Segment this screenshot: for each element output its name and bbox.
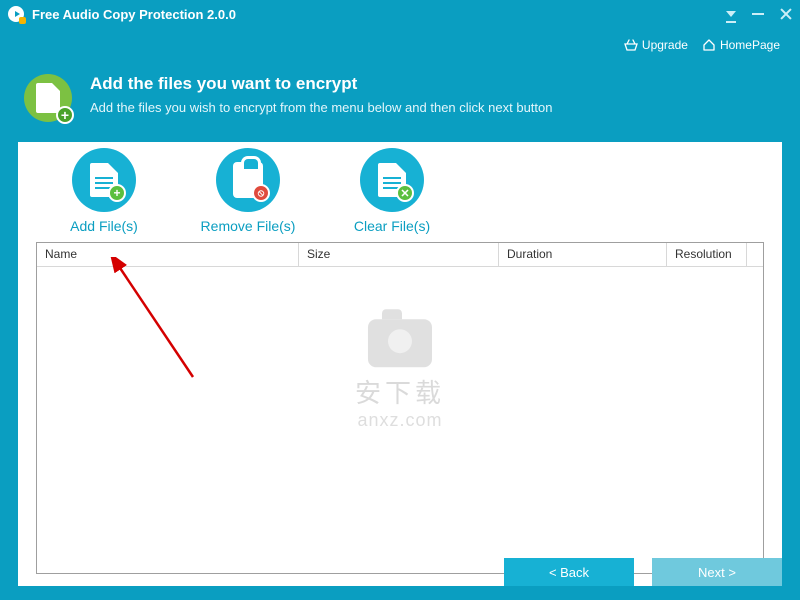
page-subtitle: Add the files you wish to encrypt from t… — [90, 100, 552, 115]
title-bar: Free Audio Copy Protection 2.0.0 — [0, 0, 800, 28]
files-table: Name Size Duration Resolution — [36, 242, 764, 574]
col-end — [747, 243, 763, 267]
homepage-label: HomePage — [720, 38, 780, 52]
wizard-nav: < Back Next > — [504, 558, 782, 586]
minimize-button[interactable] — [752, 13, 764, 15]
col-name[interactable]: Name — [37, 243, 299, 267]
add-files-label: Add File(s) — [70, 218, 138, 234]
close-button[interactable] — [780, 8, 792, 20]
page-header: + Add the files you want to encrypt Add … — [0, 62, 800, 142]
col-size[interactable]: Size — [299, 243, 499, 267]
back-button[interactable]: < Back — [504, 558, 634, 586]
homepage-link[interactable]: HomePage — [702, 38, 780, 52]
clear-files-icon: ✕ — [360, 148, 424, 212]
header-icon: + — [24, 74, 72, 122]
dropdown-icon[interactable] — [726, 11, 736, 17]
page-title: Add the files you want to encrypt — [90, 74, 552, 94]
col-resolution[interactable]: Resolution — [667, 243, 747, 267]
table-header: Name Size Duration Resolution — [37, 243, 763, 267]
clear-files-label: Clear File(s) — [354, 218, 430, 234]
remove-files-label: Remove File(s) — [201, 218, 296, 234]
content-panel: + Add File(s) ⦸ Remove File(s) ✕ Clear F… — [18, 142, 782, 586]
add-files-button[interactable]: + Add File(s) — [56, 148, 152, 234]
action-row: + Add File(s) ⦸ Remove File(s) ✕ Clear F… — [18, 142, 782, 242]
table-body[interactable] — [37, 267, 763, 573]
add-files-icon: + — [72, 148, 136, 212]
next-button[interactable]: Next > — [652, 558, 782, 586]
window-controls — [726, 8, 792, 20]
app-title: Free Audio Copy Protection 2.0.0 — [32, 7, 236, 22]
clear-files-button[interactable]: ✕ Clear File(s) — [344, 148, 440, 234]
top-links: Upgrade HomePage — [0, 28, 800, 62]
app-icon — [8, 6, 24, 22]
col-duration[interactable]: Duration — [499, 243, 667, 267]
home-icon — [702, 39, 716, 51]
remove-files-button[interactable]: ⦸ Remove File(s) — [200, 148, 296, 234]
upgrade-link[interactable]: Upgrade — [624, 38, 688, 52]
remove-files-icon: ⦸ — [216, 148, 280, 212]
upgrade-label: Upgrade — [642, 38, 688, 52]
basket-icon — [624, 39, 638, 51]
app-window: Free Audio Copy Protection 2.0.0 Upgrade… — [0, 0, 800, 600]
